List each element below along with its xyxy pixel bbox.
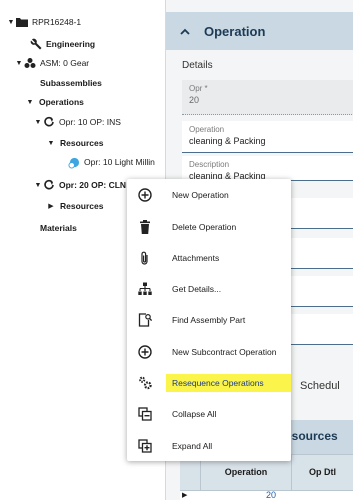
menu-item-label: Delete Operation — [172, 221, 237, 232]
chevron-up-icon[interactable] — [180, 24, 190, 38]
context-menu: New Operation Delete Operation Attachmen… — [127, 179, 291, 461]
collapse-arrow-icon[interactable]: ▶ — [46, 202, 56, 210]
menu-item-label: New Subcontract Operation — [172, 346, 277, 357]
collapse-icon — [138, 406, 152, 421]
operation-field[interactable]: Operation cleaning & Packing — [182, 121, 353, 153]
tree-node-root[interactable]: ▼ RPR16248-1 — [6, 13, 81, 31]
tree-node-operations[interactable]: ▼ Operations — [25, 93, 84, 111]
tree-node-label: Subassemblies — [40, 78, 102, 88]
menu-item-new-subcontract-operation[interactable]: New Subcontract Operation — [127, 336, 291, 367]
menu-item-expand-all[interactable]: Expand All — [127, 430, 291, 461]
field-value: 20 — [189, 95, 200, 105]
tree-node-label: Materials — [40, 223, 77, 233]
panel-title: Operation — [204, 23, 266, 39]
plus-circle-icon — [138, 187, 152, 202]
trash-icon — [138, 219, 152, 234]
expand-arrow-icon[interactable]: ▼ — [33, 119, 43, 126]
menu-item-delete-operation[interactable]: Delete Operation — [127, 211, 291, 242]
menu-item-label: New Operation — [172, 189, 229, 200]
row-indicator-icon: ▶ — [182, 492, 188, 499]
expand-icon — [138, 438, 152, 453]
menu-item-collapse-all[interactable]: Collapse All — [127, 398, 291, 429]
menu-item-label: Resequence Operations — [172, 377, 264, 388]
menu-item-label: Find Assembly Part — [172, 314, 246, 325]
resource-icon — [68, 156, 80, 168]
expand-arrow-icon[interactable]: ▼ — [33, 182, 43, 189]
opr-field: Opr * 20 — [182, 80, 353, 115]
menu-item-find-assembly-part[interactable]: Find Assembly Part — [127, 304, 291, 335]
tree-node-resources-op10[interactable]: ▼ Resources — [46, 134, 104, 152]
operation-icon — [43, 179, 55, 191]
field-label: Description — [189, 160, 230, 169]
column-header-op-dtl[interactable]: Op Dtl — [292, 454, 353, 490]
description-field[interactable]: Description cleaning & Packing — [182, 156, 353, 181]
wrench-icon — [30, 38, 42, 50]
expand-arrow-icon[interactable]: ▼ — [6, 19, 16, 26]
assembly-icon — [24, 57, 36, 69]
menu-item-get-details[interactable]: Get Details... — [127, 273, 291, 304]
field-label: Opr * — [189, 84, 208, 93]
tree-node-label: Operations — [39, 97, 84, 107]
expand-arrow-icon[interactable]: ▼ — [14, 60, 24, 67]
tree-node-label: Engineering — [46, 39, 96, 49]
folder-icon — [16, 16, 28, 28]
row-operation-value[interactable]: 20 — [266, 490, 276, 500]
tree-node-label: ASM: 0 Gear — [40, 58, 90, 68]
tree-node-resources-op20[interactable]: ▶ Resources — [46, 197, 103, 215]
expand-arrow-icon[interactable]: ▼ — [46, 140, 56, 147]
resources-header[interactable]: esources — [285, 420, 353, 454]
tree-node-label: Opr: 10 OP: INS — [59, 117, 121, 127]
field-value: cleaning & Packing — [189, 136, 266, 146]
menu-item-label: Expand All — [172, 440, 213, 451]
tree-node-label: Resources — [60, 201, 104, 211]
tree-node-op20[interactable]: ▼ Opr: 20 OP: CLN — [33, 176, 126, 194]
menu-item-label: Get Details... — [172, 283, 222, 294]
tree-node-label: RPR16248-1 — [32, 17, 82, 27]
find-part-icon — [138, 312, 152, 327]
menu-item-label: Collapse All — [172, 408, 217, 419]
tree-node-subassemblies[interactable]: Subassemblies — [40, 74, 102, 92]
resources-title: esources — [285, 429, 338, 443]
tree-node-materials[interactable]: Materials — [40, 219, 77, 237]
tree-node-label: Opr: 10 Light Millin — [84, 157, 155, 167]
plus-circle-icon — [138, 344, 152, 359]
field-label: Operation — [189, 125, 225, 134]
tab-schedule[interactable]: Schedul — [300, 380, 340, 392]
expand-arrow-icon[interactable]: ▼ — [25, 99, 35, 106]
tree-node-op10-resource[interactable]: Opr: 10 Light Millin — [68, 153, 155, 171]
tree-node-label: Resources — [60, 138, 104, 148]
gears-icon — [138, 376, 152, 390]
menu-item-new-operation[interactable]: New Operation — [127, 179, 291, 210]
operation-icon — [43, 116, 55, 128]
menu-item-attachments[interactable]: Attachments — [127, 242, 291, 273]
tree-node-assembly[interactable]: ▼ ASM: 0 Gear — [14, 54, 89, 72]
tree-node-op10[interactable]: ▼ Opr: 10 OP: INS — [33, 113, 121, 131]
paperclip-icon — [138, 251, 152, 265]
menu-item-resequence-operations[interactable]: Resequence Operations — [127, 367, 291, 398]
tree-node-label: Opr: 20 OP: CLN — [59, 180, 127, 190]
hierarchy-icon — [138, 282, 152, 296]
section-details: Details — [182, 60, 213, 71]
menu-item-label: Attachments — [172, 252, 220, 263]
panel-header[interactable]: Operation — [166, 12, 353, 50]
tree-node-engineering[interactable]: Engineering — [20, 35, 95, 53]
